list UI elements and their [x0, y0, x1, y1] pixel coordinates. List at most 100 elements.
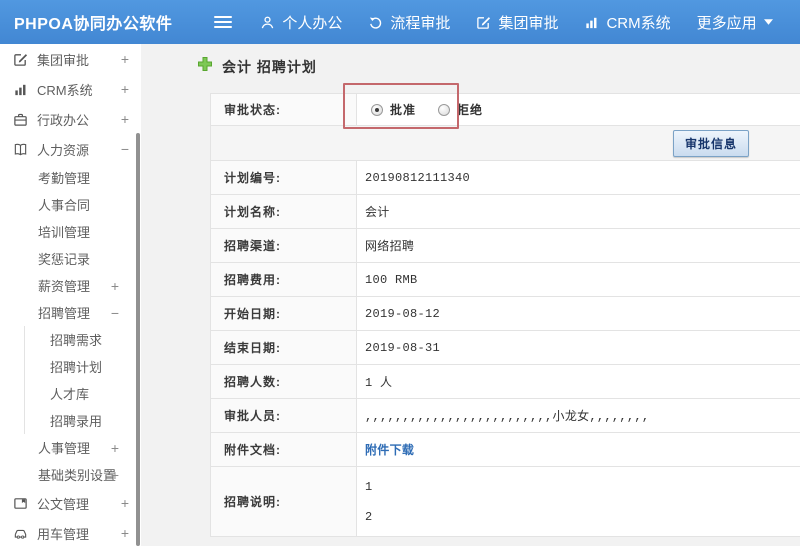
- cycle-icon: [368, 15, 383, 30]
- field-value: 100 RMB: [356, 262, 800, 297]
- expander-toggle-icon[interactable]: +: [111, 441, 119, 455]
- form-row-approval-status: 审批状态: 批准 拒绝: [210, 93, 800, 126]
- sidebar-item-recruitment-plan[interactable]: 招聘计划: [0, 353, 141, 380]
- sidebar-item-personnel-contract[interactable]: 人事合同: [0, 191, 141, 218]
- main-content: 会计 招聘计划 审批状态: 批准 拒绝 审批信息 计划编号: 201908121…: [141, 44, 800, 546]
- sidebar-item-salary-mgmt[interactable]: 薪资管理 +: [0, 272, 141, 299]
- sidebar-item-human-resources[interactable]: 人力资源 −: [0, 134, 141, 164]
- approval-radio-group: 批准 拒绝: [371, 101, 800, 118]
- sidebar-item-label: 集团审批: [37, 52, 90, 68]
- field-value: 会计: [356, 194, 800, 229]
- sidebar-item-attendance-mgmt[interactable]: 考勤管理: [0, 164, 141, 191]
- expander-toggle-icon[interactable]: +: [111, 468, 119, 482]
- sidebar-item-admin-office[interactable]: 行政办公 +: [0, 104, 141, 134]
- sidebar-item-label: 招聘管理: [38, 306, 91, 321]
- field-value: 2019-08-31: [356, 330, 800, 365]
- field-label: 审批人员:: [210, 398, 357, 433]
- sidebar-item-training-mgmt[interactable]: 培训管理: [0, 218, 141, 245]
- sidebar: 集团审批 + CRM系统 + 行政办公 + 人力资源 − 考勤管理人事合同培训管理奖惩记录薪资管…: [0, 44, 141, 546]
- sidebar-item-vehicle-mgmt[interactable]: 用车管理 +: [0, 518, 141, 546]
- field-label: 审批状态:: [210, 93, 357, 126]
- field-label: 招聘费用:: [210, 262, 357, 297]
- sidebar-item-label: 人事管理: [38, 441, 91, 456]
- sidebar-item-label: 奖惩记录: [38, 252, 91, 267]
- bar-chart-icon: [584, 15, 599, 30]
- sidebar-item-label: 行政办公: [37, 112, 90, 128]
- app-brand: PHPOA协同办公软件: [14, 16, 173, 33]
- expander-toggle-icon[interactable]: +: [121, 52, 129, 66]
- sidebar-item-label: 人事合同: [38, 198, 91, 213]
- radio-approve[interactable]: [371, 103, 383, 116]
- hamburger-menu-icon[interactable]: [214, 13, 233, 31]
- description-line: 1: [365, 479, 373, 494]
- bar-chart-icon: [13, 82, 28, 97]
- nav-item-label: 更多应用: [696, 14, 757, 32]
- sidebar-item-label: 薪资管理: [38, 279, 91, 294]
- field-label: 计划名称:: [210, 194, 357, 229]
- sidebar-item-reward-punishment[interactable]: 奖惩记录: [0, 245, 141, 272]
- form-row-plan-name: 计划名称: 会计: [210, 194, 800, 229]
- page-title-text: 会计 招聘计划: [222, 58, 317, 75]
- field-value: 附件下载: [356, 432, 800, 467]
- sidebar-item-recruitment-mgmt[interactable]: 招聘管理 −: [0, 299, 141, 326]
- radio-reject[interactable]: [438, 103, 451, 116]
- approval-action-cell: 审批信息: [210, 125, 800, 161]
- form-row-plan-number: 计划编号: 20190812111340: [210, 160, 800, 195]
- field-value: 20190812111340: [356, 160, 800, 195]
- nav-item-group-approval[interactable]: 集团审批: [476, 12, 558, 33]
- form-row-approval-action: 审批信息: [210, 125, 800, 161]
- expander-toggle-icon[interactable]: −: [111, 306, 119, 320]
- sidebar-item-label: 培训管理: [38, 225, 91, 240]
- page-title: 会计 招聘计划: [197, 56, 800, 77]
- briefcase-icon: [13, 112, 28, 127]
- form-row-recruitment-cost: 招聘费用: 100 RMB: [210, 262, 800, 297]
- approval-info-button[interactable]: 审批信息: [673, 129, 750, 157]
- expander-toggle-icon[interactable]: +: [121, 112, 129, 126]
- sidebar-item-label: 用车管理: [37, 526, 90, 542]
- person-icon: [260, 15, 275, 30]
- field-value: 2019-08-12: [356, 296, 800, 331]
- nav-item-label: 流程审批: [390, 14, 451, 32]
- car-icon: [13, 526, 28, 541]
- field-label: 开始日期:: [210, 296, 357, 331]
- sidebar-item-talent-pool[interactable]: 人才库: [0, 380, 141, 407]
- sidebar-item-label: 人力资源: [37, 142, 90, 158]
- form-row-recruitment-description: 招聘说明: 1 2: [210, 466, 800, 537]
- approval-options: 批准 拒绝: [356, 93, 800, 126]
- sidebar-item-label: 招聘计划: [50, 360, 103, 375]
- expander-toggle-icon[interactable]: +: [111, 279, 119, 293]
- nav-item-personal-office[interactable]: 个人办公: [260, 12, 342, 33]
- book-icon: [13, 142, 28, 157]
- nav-item-crm-system[interactable]: CRM系统: [584, 12, 671, 33]
- field-value: 12: [356, 466, 800, 537]
- nav-item-more-apps[interactable]: 更多应用: [697, 12, 773, 33]
- field-label: 招聘人数:: [210, 364, 357, 399]
- field-label: 附件文档:: [210, 432, 357, 467]
- sidebar-item-group-approval[interactable]: 集团审批 +: [0, 44, 141, 74]
- sidebar-item-label: 考勤管理: [38, 171, 91, 186]
- edit-square-icon: [476, 15, 491, 30]
- sidebar-item-label: CRM系统: [37, 82, 93, 98]
- field-value: 1 人: [356, 364, 800, 399]
- radio-reject-label: 拒绝: [457, 104, 484, 118]
- sidebar-item-crm-system[interactable]: CRM系统 +: [0, 74, 141, 104]
- nav-item-label: CRM系统: [606, 14, 671, 32]
- sidebar-item-document-mgmt[interactable]: 公文管理 +: [0, 488, 141, 518]
- nav-item-label: 个人办公: [282, 14, 343, 32]
- sidebar-item-recruitment-needs[interactable]: 招聘需求: [0, 326, 141, 353]
- sidebar-item-recruitment-hiring[interactable]: 招聘录用: [0, 407, 141, 434]
- expander-toggle-icon[interactable]: +: [121, 496, 129, 510]
- sidebar-scrollbar-thumb[interactable]: [136, 133, 140, 546]
- sidebar-item-label: 招聘录用: [50, 414, 103, 429]
- sidebar-item-personnel-mgmt[interactable]: 人事管理 +: [0, 434, 141, 461]
- form-row-recruitment-headcount: 招聘人数: 1 人: [210, 364, 800, 399]
- sidebar-item-basic-category-settings[interactable]: 基础类别设置 +: [0, 461, 141, 488]
- expander-toggle-icon[interactable]: −: [121, 142, 129, 156]
- attachment-download-link[interactable]: 附件下载: [365, 443, 414, 457]
- field-value: ,,,,,,,,,,,,,,,,,,,,,,,,,小龙女,,,,,,,,: [356, 398, 800, 433]
- nav-item-workflow-approval[interactable]: 流程审批: [368, 12, 450, 33]
- expander-toggle-icon[interactable]: +: [121, 82, 129, 96]
- expander-toggle-icon[interactable]: +: [121, 526, 129, 540]
- field-value: 网络招聘: [356, 228, 800, 263]
- sidebar-item-label: 基础类别设置: [38, 468, 117, 483]
